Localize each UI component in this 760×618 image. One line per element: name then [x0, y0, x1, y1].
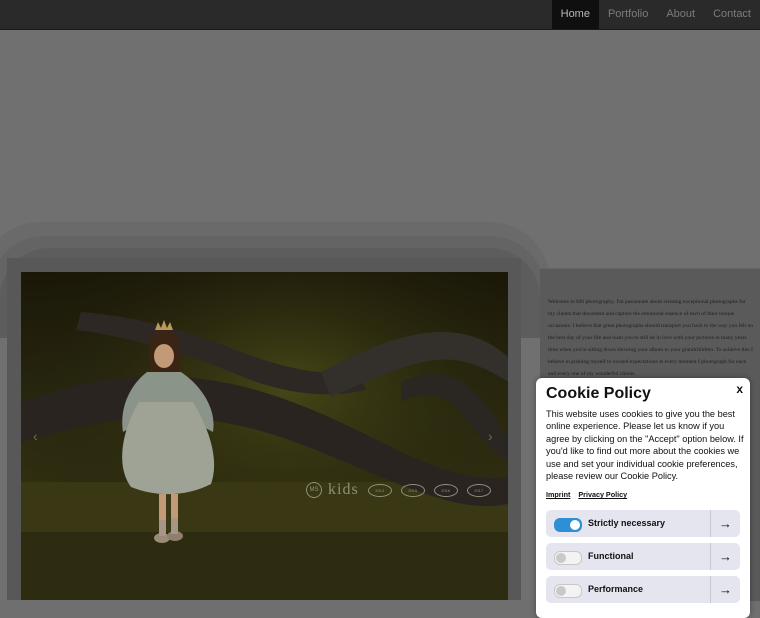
- ms-logo: MS: [306, 482, 322, 498]
- cookie-option-strictly-necessary[interactable]: Strictly necessary →: [546, 510, 740, 537]
- arrow-right-icon[interactable]: →: [710, 543, 740, 570]
- option-label: Strictly necessary: [588, 518, 666, 528]
- award-badge: 2016: [433, 483, 458, 497]
- watermark-text: kids: [328, 481, 359, 498]
- main-nav: Home Portfolio About Contact: [551, 0, 760, 29]
- award-badge: 2014: [367, 483, 392, 497]
- nav-about[interactable]: About: [657, 0, 704, 29]
- imprint-link[interactable]: Imprint: [546, 490, 570, 499]
- nav-contact[interactable]: Contact: [704, 0, 760, 29]
- nav-home[interactable]: Home: [551, 0, 599, 29]
- photo-watermark: MS kids 2014 2015 2016 2017: [306, 481, 491, 499]
- arrow-right-icon[interactable]: →: [710, 510, 740, 537]
- arrow-right-icon[interactable]: →: [710, 576, 740, 603]
- option-label: Performance: [588, 584, 644, 594]
- toggle-knob: [556, 553, 566, 563]
- cookie-description: This website uses cookies to give you th…: [546, 409, 744, 482]
- cookie-option-functional[interactable]: Functional →: [546, 543, 740, 570]
- option-label: Functional: [588, 551, 634, 561]
- award-badge: 2015: [400, 483, 425, 497]
- privacy-policy-link[interactable]: Privacy Policy: [578, 490, 627, 499]
- intro-text: Welcome to MS photography. I'm passionat…: [548, 299, 754, 377]
- award-badge: 2017: [466, 483, 491, 497]
- top-nav-bar: Home Portfolio About Contact: [0, 0, 760, 30]
- toggle-knob: [570, 520, 580, 530]
- toggle-switch[interactable]: [554, 518, 582, 532]
- toggle-switch[interactable]: [554, 584, 582, 598]
- cookie-option-performance[interactable]: Performance →: [546, 576, 740, 603]
- toggle-knob: [556, 586, 566, 596]
- nav-portfolio[interactable]: Portfolio: [599, 0, 657, 29]
- chevron-left-icon[interactable]: ‹: [33, 428, 38, 444]
- close-icon[interactable]: x: [736, 382, 743, 396]
- slider-photo: [21, 272, 508, 600]
- chevron-right-icon[interactable]: ›: [488, 428, 493, 444]
- cookie-policy-dialog: Cookie Policy x This website uses cookie…: [536, 378, 750, 618]
- cookie-title: Cookie Policy: [546, 385, 651, 402]
- cookie-links: Imprint Privacy Policy: [546, 490, 627, 499]
- toggle-switch[interactable]: [554, 551, 582, 565]
- photo-girl-on-tree: [21, 272, 508, 600]
